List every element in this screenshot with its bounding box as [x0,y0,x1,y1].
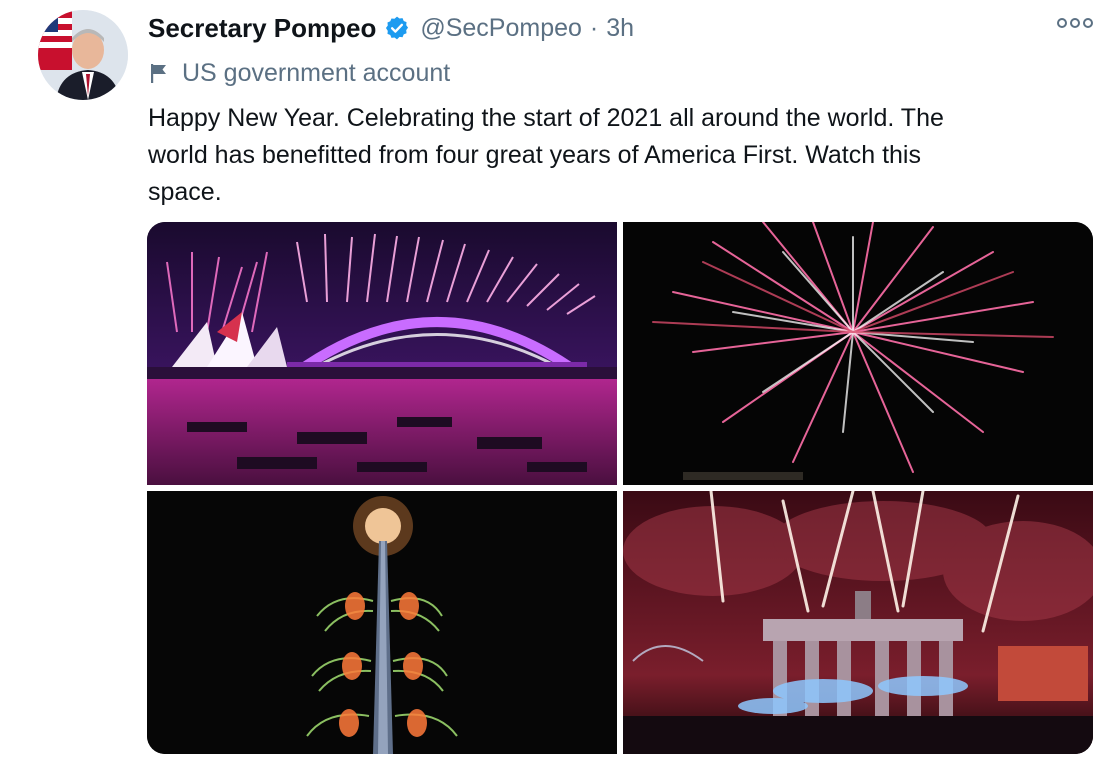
tweet-timestamp[interactable]: 3h [606,14,634,43]
separator-dot: · [589,13,599,42]
author-handle[interactable]: @SecPompeo [420,14,582,43]
media-image-burj-khalifa[interactable] [147,491,617,754]
tweet-text: Happy New Year. Celebrating the start of… [148,104,944,206]
tweet-header: Secretary Pompeo @SecPompeo · 3h [148,8,634,48]
media-grid [147,222,1093,754]
media-image-fireworks-burst[interactable] [623,222,1093,485]
media-image-sydney[interactable] [147,222,617,485]
flag-icon [148,62,170,84]
more-options-icon[interactable] [1057,18,1093,28]
media-image-brandenburg-gate[interactable] [623,491,1093,754]
avatar-portrait [38,10,128,100]
government-label[interactable]: US government account [148,55,450,91]
verified-badge-icon [384,15,410,41]
government-label-text: US government account [182,58,451,87]
author-name[interactable]: Secretary Pompeo [148,13,376,44]
avatar[interactable] [38,10,128,100]
